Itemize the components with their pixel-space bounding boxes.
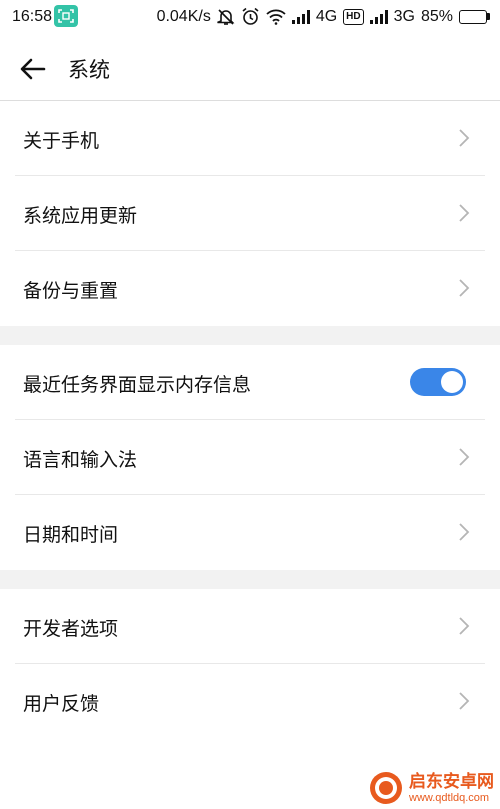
- chevron-right-icon: [459, 692, 470, 710]
- memory-info-toggle[interactable]: [410, 368, 466, 396]
- battery-percent: 85%: [420, 7, 453, 25]
- chevron-right-icon: [459, 204, 470, 222]
- toggle-knob: [441, 371, 463, 393]
- watermark-logo-icon: [370, 772, 402, 804]
- chevron-right-icon: [459, 523, 470, 541]
- arrow-left-icon: [20, 58, 46, 80]
- hd-badge: HD: [343, 8, 364, 25]
- settings-item-label: 日期和时间: [23, 524, 119, 546]
- settings-item-system-app-update[interactable]: 系统应用更新: [0, 176, 500, 251]
- sim1-network-type: 4G: [315, 7, 338, 25]
- signal-icon: [291, 9, 310, 24]
- settings-item-label: 语言和输入法: [23, 449, 138, 471]
- chevron-right-icon: [459, 129, 470, 147]
- section-gap: [0, 326, 500, 345]
- mute-bell-icon: [217, 8, 235, 26]
- signal-icon: [369, 9, 388, 24]
- screenshot-app-icon: [54, 5, 78, 27]
- back-button[interactable]: [16, 52, 50, 86]
- chevron-right-icon: [459, 448, 470, 466]
- settings-item-date-time[interactable]: 日期和时间: [0, 495, 500, 570]
- section-gap: [0, 570, 500, 589]
- wifi-icon: [266, 9, 286, 25]
- watermark-name: 启东安卓网: [409, 772, 494, 792]
- settings-item-label: 用户反馈: [23, 693, 100, 715]
- settings-item-recent-tasks-memory[interactable]: 最近任务界面显示内存信息: [0, 345, 500, 420]
- page-title: 系统: [68, 58, 110, 82]
- settings-section-2: 最近任务界面显示内存信息 语言和输入法 日期和时间: [0, 345, 500, 570]
- settings-item-label: 最近任务界面显示内存信息: [23, 374, 252, 396]
- settings-item-label: 备份与重置: [23, 280, 119, 302]
- alarm-icon: [241, 7, 260, 26]
- settings-section-3: 开发者选项 用户反馈: [0, 589, 500, 739]
- watermark-url: www.qdtldq.com: [409, 792, 490, 804]
- app-header: 系统: [0, 34, 500, 101]
- settings-item-label: 系统应用更新: [23, 205, 138, 227]
- chevron-right-icon: [459, 279, 470, 297]
- watermark: 启东安卓网 www.qdtldq.com: [369, 771, 494, 805]
- settings-item-label: 关于手机: [23, 130, 100, 152]
- settings-item-backup-reset[interactable]: 备份与重置: [0, 251, 500, 326]
- settings-section-1: 关于手机 系统应用更新 备份与重置: [0, 101, 500, 326]
- sim2-network-type: 3G: [393, 7, 415, 25]
- settings-item-user-feedback[interactable]: 用户反馈: [0, 664, 500, 739]
- status-bar: 16:58 0.04K/s 4G HD 3G 85%: [0, 0, 500, 34]
- settings-item-about-phone[interactable]: 关于手机: [0, 101, 500, 176]
- settings-item-label: 开发者选项: [23, 618, 119, 640]
- status-time: 16:58: [12, 8, 53, 25]
- network-speed: 0.04K/s: [156, 7, 211, 25]
- chevron-right-icon: [459, 617, 470, 635]
- settings-item-language-input[interactable]: 语言和输入法: [0, 420, 500, 495]
- settings-item-developer-options[interactable]: 开发者选项: [0, 589, 500, 664]
- status-right: 0.04K/s 4G HD 3G 85%: [157, 7, 490, 26]
- battery-icon: [459, 9, 490, 24]
